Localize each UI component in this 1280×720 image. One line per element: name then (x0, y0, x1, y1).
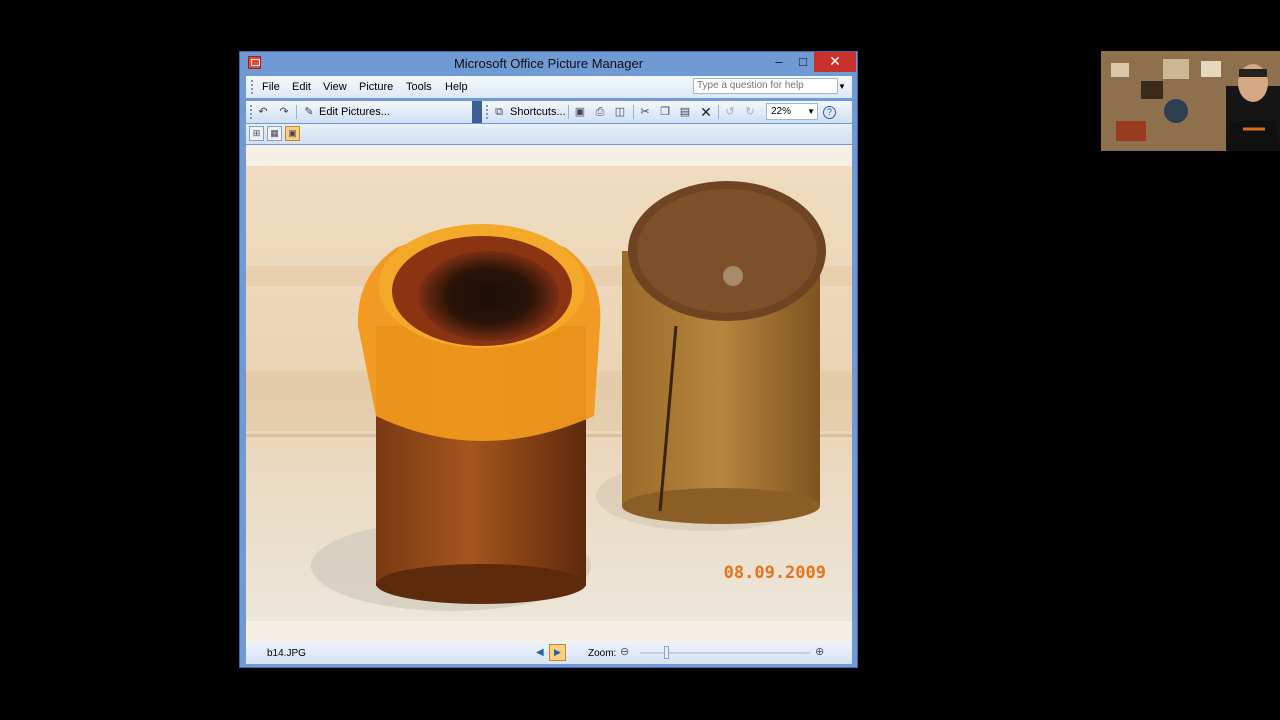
edit-pictures-icon[interactable]: ✎ (302, 105, 316, 119)
undo-icon[interactable]: ↺ (723, 105, 737, 119)
filmstrip-view-icon[interactable]: ▦ (267, 126, 282, 141)
zoom-select[interactable]: 22% ▼ (766, 103, 818, 120)
menu-tools[interactable]: Tools (406, 81, 432, 93)
minimize-button[interactable]: – (766, 52, 792, 72)
displayed-photo: 08.09.2009 (246, 166, 852, 621)
toolbar-grip-icon[interactable] (486, 105, 488, 119)
picture-canvas[interactable]: 08.09.2009 (246, 145, 852, 642)
menu-bar: File Edit View Picture Tools Help ▼ (246, 76, 852, 98)
print-preview-icon[interactable]: ◫ (613, 105, 627, 119)
date-stamp: 08.09.2009 (724, 563, 826, 583)
chevron-down-icon[interactable]: ▼ (838, 79, 848, 95)
status-bar: b14.JPG ◀ ▶ Zoom: ⊖ ⊕ (246, 642, 852, 664)
toolbar-grip-icon[interactable] (250, 105, 252, 119)
toolbar-divider (633, 105, 634, 119)
menu-edit[interactable]: Edit (292, 81, 311, 93)
wood-knot (723, 266, 743, 286)
print-icon[interactable]: ⎙ (593, 105, 607, 119)
single-picture-view-icon[interactable]: ▣ (285, 126, 300, 141)
wood-log-base (622, 488, 820, 524)
zoom-label: Zoom: (588, 648, 617, 659)
resin-center (419, 251, 559, 341)
menu-file[interactable]: File (262, 81, 280, 93)
zoom-slider-thumb[interactable] (664, 646, 669, 659)
close-button[interactable]: ✕ (814, 52, 856, 72)
webcam-feed (1101, 51, 1280, 151)
menu-view[interactable]: View (323, 81, 347, 93)
maximize-button[interactable]: □ (790, 52, 816, 72)
previous-picture-icon[interactable]: ◀ (536, 647, 544, 658)
help-search-input[interactable] (693, 78, 838, 94)
zoom-in-icon[interactable]: ⊕ (815, 646, 828, 659)
zoom-select-value: 22% (771, 106, 792, 117)
status-filename: b14.JPG (267, 648, 306, 659)
wood-log-top-inner (637, 189, 817, 313)
zoom-out-icon[interactable]: ⊖ (620, 646, 633, 659)
toolbar-divider (718, 105, 719, 119)
chevron-down-icon: ▼ (807, 107, 815, 116)
jar-base (376, 564, 586, 604)
delete-icon[interactable]: ✕ (699, 105, 713, 119)
picture-manager-window: Microsoft Office Picture Manager – □ ✕ F… (239, 51, 858, 668)
copy-icon[interactable]: ❐ (658, 105, 672, 119)
cut-icon[interactable]: ✂ (638, 105, 652, 119)
webcam-overlay (1101, 51, 1280, 151)
paste-icon[interactable]: ▤ (678, 105, 692, 119)
thumbnail-view-icon[interactable]: ⊞ (249, 126, 264, 141)
rotate-left-icon[interactable]: ↶ (256, 105, 270, 119)
help-icon[interactable]: ? (823, 106, 836, 119)
menu-help[interactable]: Help (445, 81, 468, 93)
menu-grip-icon[interactable] (251, 80, 253, 94)
edit-pictures-button[interactable]: Edit Pictures... (319, 106, 390, 118)
menu-picture[interactable]: Picture (359, 81, 393, 93)
save-icon[interactable]: ▣ (573, 105, 587, 119)
shortcuts-icon[interactable]: ⧉ (492, 105, 506, 119)
next-picture-icon[interactable]: ▶ (549, 644, 566, 661)
rotate-right-icon[interactable]: ↷ (277, 105, 291, 119)
view-mode-bar: ⊞ ▦ ▣ (246, 124, 852, 144)
standard-toolbar: ↶ ↷ ✎ Edit Pictures... ⧉ Shortcuts... ▣ … (246, 101, 852, 123)
toolbar-divider (296, 105, 297, 119)
toolbar-divider (568, 105, 569, 119)
window-title: Microsoft Office Picture Manager (453, 56, 644, 71)
redo-icon[interactable]: ↻ (743, 105, 757, 119)
shortcuts-button[interactable]: Shortcuts... (510, 106, 566, 118)
title-bar[interactable]: Microsoft Office Picture Manager – □ ✕ (240, 52, 857, 74)
toolbar-overflow-handle[interactable] (472, 101, 482, 123)
